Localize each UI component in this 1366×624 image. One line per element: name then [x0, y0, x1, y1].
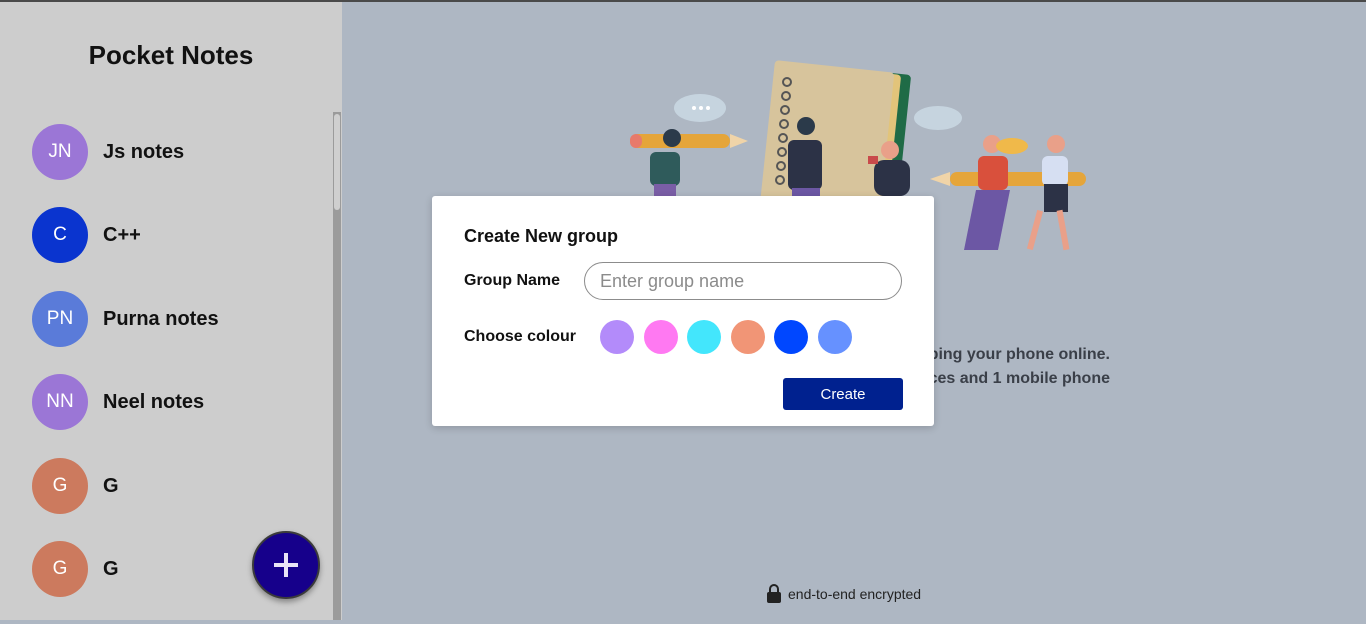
encryption-note: end-to-end encrypted: [766, 584, 921, 603]
choose-colour-label: Choose colour: [464, 328, 577, 345]
colour-swatch[interactable]: [687, 320, 722, 354]
colour-swatches: [600, 320, 862, 354]
group-avatar: NN: [32, 374, 88, 431]
colour-swatch[interactable]: [600, 320, 634, 354]
group-item[interactable]: C C++: [32, 207, 322, 290]
group-item[interactable]: NN Neel notes: [32, 374, 322, 457]
colour-swatch[interactable]: [643, 320, 678, 354]
colour-swatch[interactable]: [774, 320, 809, 354]
encryption-text: end-to-end encrypted: [788, 585, 922, 602]
group-avatar: C: [32, 207, 88, 264]
plus-icon: [274, 553, 298, 577]
lock-icon: [767, 584, 781, 603]
add-group-button[interactable]: [252, 531, 320, 599]
group-avatar: G: [32, 457, 88, 514]
group-avatar: JN: [32, 124, 88, 180]
scrollbar-thumb[interactable]: [334, 114, 340, 210]
group-avatar: G: [32, 540, 88, 597]
group-name-input[interactable]: [584, 262, 902, 300]
group-name: G: [103, 557, 119, 580]
modal-title: Create New group: [464, 226, 619, 246]
app-title: Pocket Notes: [88, 40, 254, 70]
create-button[interactable]: Create: [783, 378, 903, 410]
colour-swatch[interactable]: [730, 320, 765, 354]
group-name: C++: [103, 224, 141, 247]
group-name: Neel notes: [103, 391, 205, 414]
sidebar-scrollbar[interactable]: [333, 112, 341, 620]
colour-swatch[interactable]: [817, 320, 852, 354]
group-name-label: Group Name: [464, 272, 561, 289]
group-item[interactable]: GG: [32, 457, 322, 541]
group-item[interactable]: JN Js notes: [32, 124, 322, 207]
group-name: Js notes: [103, 141, 185, 163]
group-name: G: [103, 474, 119, 497]
create-group-modal: Create New group Group Name Choose colou…: [432, 196, 934, 426]
